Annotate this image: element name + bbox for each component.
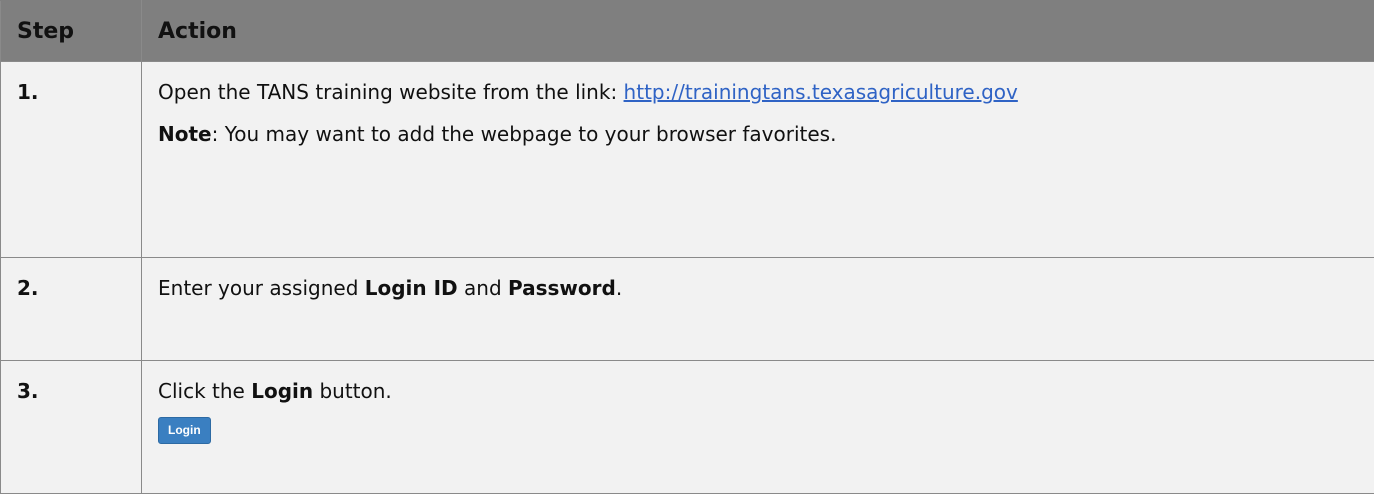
- action-text: .: [616, 276, 622, 300]
- step-cell: 3.: [1, 361, 142, 494]
- action-cell: Enter your assigned Login ID and Passwor…: [142, 258, 1374, 361]
- action-line: Click the Login button.: [158, 379, 1358, 403]
- action-line: Enter your assigned Login ID and Passwor…: [158, 276, 1358, 300]
- training-site-link[interactable]: http://trainingtans.texasagriculture.gov: [624, 80, 1018, 104]
- action-cell: Click the Login button. Login: [142, 361, 1374, 494]
- step-number: 1.: [17, 80, 39, 104]
- action-text: and: [458, 276, 508, 300]
- action-cell: Open the TANS training website from the …: [142, 62, 1374, 258]
- header-action: Action: [142, 1, 1374, 62]
- login-button[interactable]: Login: [158, 417, 211, 444]
- step-number: 2.: [17, 276, 39, 300]
- action-text: Open the TANS training website from the …: [158, 80, 624, 104]
- step-number: 3.: [17, 379, 39, 403]
- note-text: : You may want to add the webpage to you…: [212, 122, 837, 146]
- password-label: Password: [508, 276, 616, 300]
- note-line: Note: You may want to add the webpage to…: [158, 122, 1358, 146]
- table-row: 3. Click the Login button. Login: [1, 361, 1374, 494]
- note-label: Note: [158, 122, 212, 146]
- step-cell: 2.: [1, 258, 142, 361]
- table-row: 2. Enter your assigned Login ID and Pass…: [1, 258, 1374, 361]
- table-row: 1. Open the TANS training website from t…: [1, 62, 1374, 258]
- step-cell: 1.: [1, 62, 142, 258]
- header-step: Step: [1, 1, 142, 62]
- login-id-label: Login ID: [365, 276, 458, 300]
- action-text: button.: [313, 379, 392, 403]
- table-header-row: Step Action: [1, 1, 1374, 62]
- login-word: Login: [251, 379, 313, 403]
- instructions-table: Step Action 1. Open the TANS training we…: [0, 0, 1374, 494]
- action-line: Open the TANS training website from the …: [158, 80, 1358, 104]
- action-text: Click the: [158, 379, 251, 403]
- action-text: Enter your assigned: [158, 276, 365, 300]
